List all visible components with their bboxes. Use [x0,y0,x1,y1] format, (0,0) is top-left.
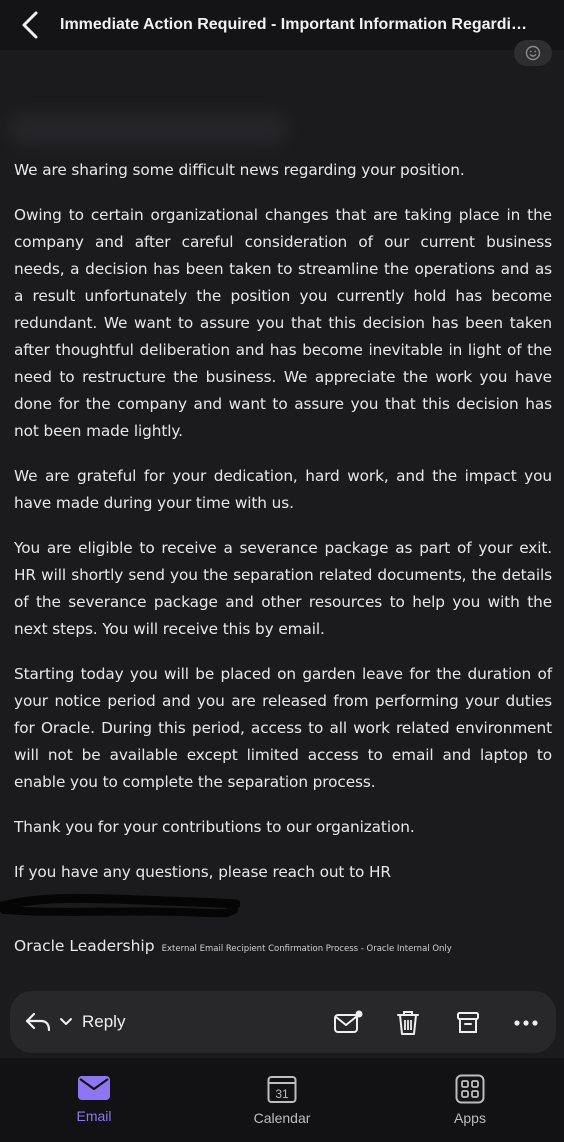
email-paragraph: We are grateful for your dedication, har… [14,467,552,512]
tab-apps[interactable]: Apps [376,1058,564,1142]
tab-label: Apps [454,1110,486,1126]
delete-button[interactable] [392,1007,424,1039]
more-icon [514,1020,538,1026]
tab-calendar[interactable]: 31 Calendar [188,1058,376,1142]
reply-button[interactable]: Reply [24,1011,125,1033]
footer-note: External Email Recipient Confirmation Pr… [161,944,452,954]
email-paragraph: Thank you for your contributions to our … [14,818,415,836]
email-paragraph: We are sharing some difficult news regar… [14,161,465,179]
emoji-reaction-button[interactable] [514,40,552,66]
redaction-scribble [0,893,240,918]
archive-icon [457,1012,479,1033]
email-paragraph: Owing to certain organizational changes … [14,206,552,440]
calendar-day: 31 [275,1087,289,1101]
redacted-sender [8,112,288,146]
header-bar: Immediate Action Required - Important In… [0,0,564,50]
tab-label: Email [76,1108,112,1124]
mark-unread-icon [334,1010,363,1033]
email-icon [78,1076,110,1100]
reply-icon [25,1012,51,1032]
reply-label: Reply [82,1012,126,1031]
email-subject: Immediate Action Required - Important In… [60,16,530,33]
chevron-down-icon[interactable] [58,1016,74,1028]
back-button[interactable] [0,0,60,50]
archive-button[interactable] [452,1007,484,1039]
email-paragraph: If you have any questions, please reach … [14,863,391,881]
tab-email[interactable]: Email [0,1058,188,1142]
bottom-tab-bar: Email 31 Calendar Apps [0,1058,564,1142]
mark-unread-button[interactable] [332,1007,364,1039]
signature-name: Oracle Leadership [14,937,155,955]
more-options-button[interactable] [510,1007,542,1039]
emoji-reaction-icon [525,45,541,61]
signature-line: Oracle Leadership External Email Recipie… [14,936,452,955]
email-paragraph: You are eligible to receive a severance … [14,539,552,638]
email-body: We are sharing some difficult news regar… [14,157,552,904]
trash-icon [397,1011,419,1035]
email-paragraph: Starting today you will be placed on gar… [14,665,552,791]
message-action-bar: Reply [10,991,556,1053]
tab-label: Calendar [253,1110,311,1126]
calendar-icon: 31 [267,1076,297,1103]
back-arrow-icon [22,11,38,39]
apps-icon [455,1074,485,1104]
